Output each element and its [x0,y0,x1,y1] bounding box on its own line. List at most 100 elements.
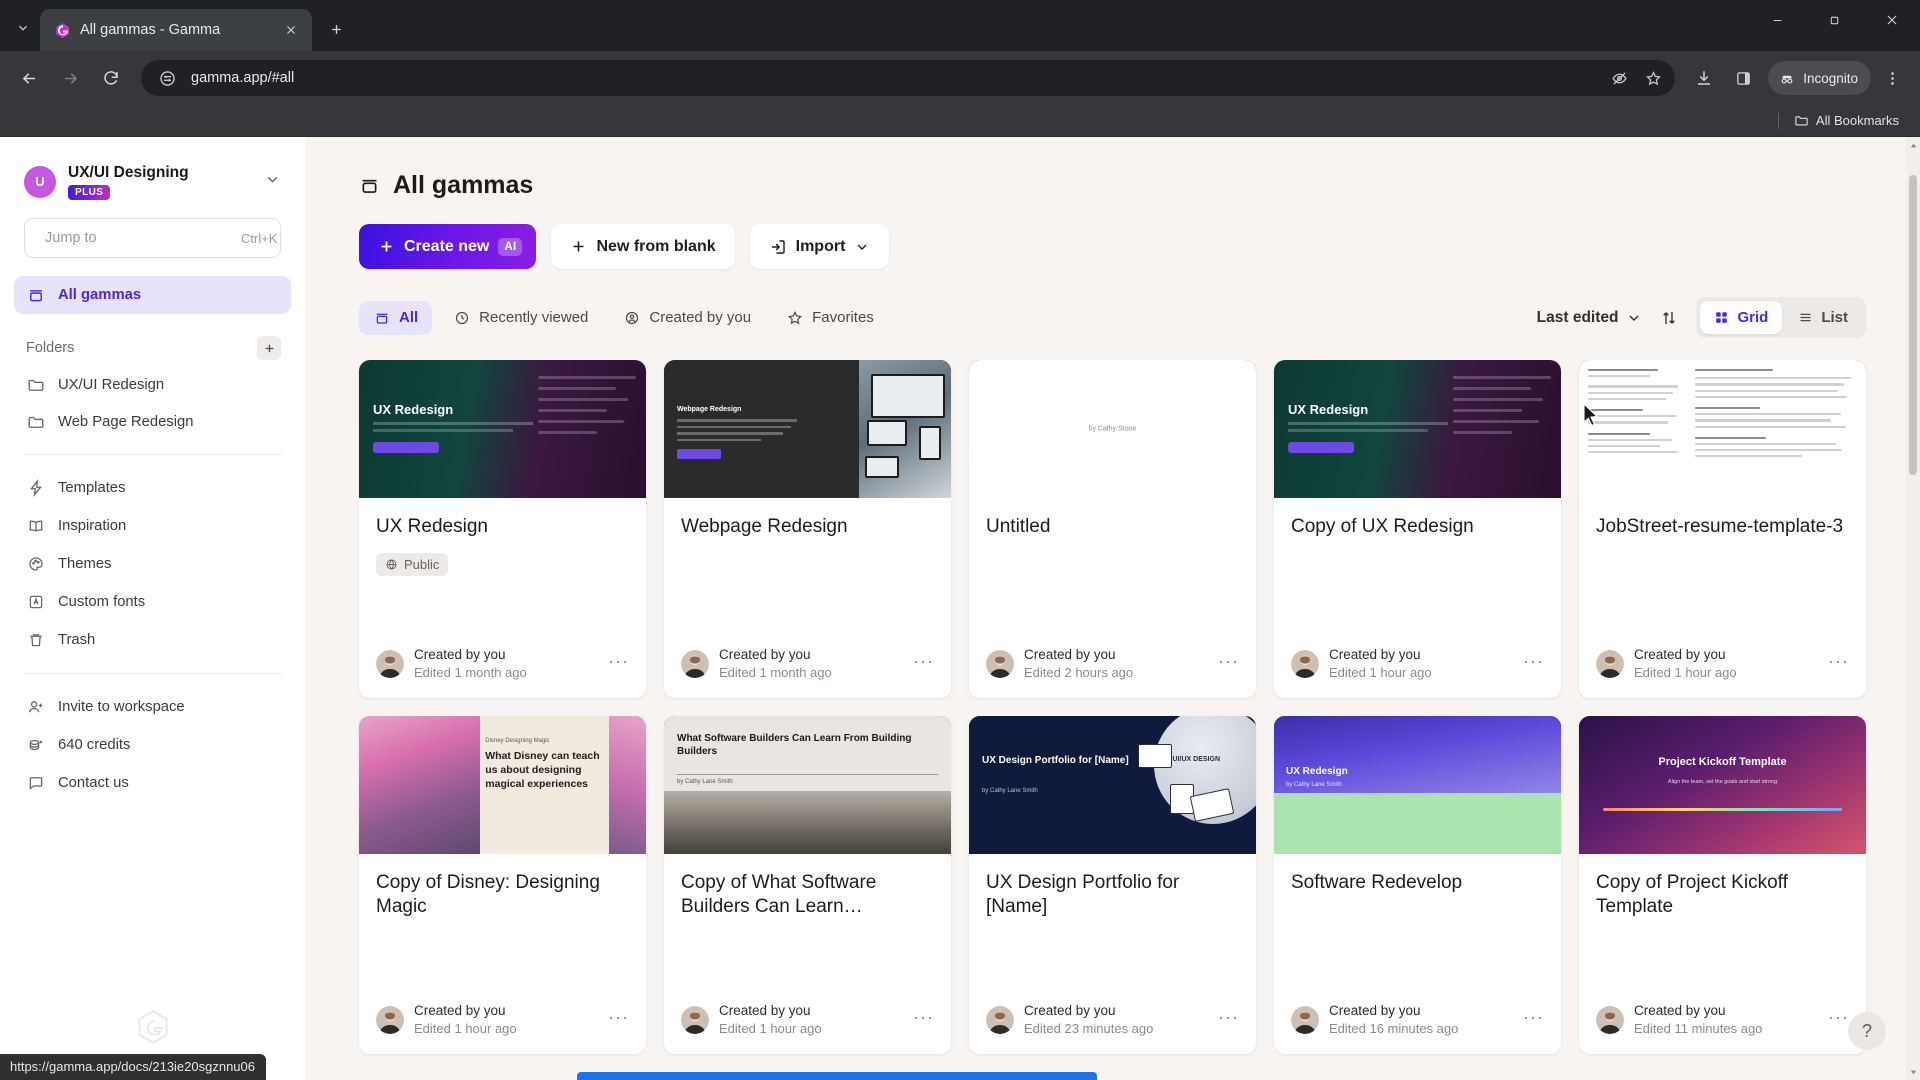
user-plus-icon [26,698,45,717]
chrome-menu-icon[interactable] [1874,60,1910,96]
forward-icon[interactable] [51,59,89,97]
avatar [376,650,404,679]
card-more-icon[interactable]: ··· [1218,1008,1239,1032]
sidebar-item-label: Contact us [58,775,129,792]
card-meta: Created by you Edited 2 hours ago [1024,646,1208,682]
scroll-down-icon[interactable] [1906,1064,1920,1080]
filter-all[interactable]: All [359,300,433,335]
plus-icon [381,241,392,252]
jump-to-search[interactable]: Ctrl+K [24,218,281,259]
address-bar[interactable]: gamma.app/#all [141,60,1676,96]
sidebar-item-all-gammas[interactable]: All gammas [14,276,291,315]
tab-title: All gammas - Gamma [80,22,221,38]
filter-recently-viewed[interactable]: Recently viewed [439,301,602,335]
gamma-card-grid: UX Redesign UX Redesign Public Created b… [359,360,1866,1054]
status-bar-url: https://gamma.app/docs/213ie20sgznnu06 [0,1054,267,1080]
view-grid-button[interactable]: Grid [1700,301,1783,334]
gamma-card[interactable]: by Cathy Stone Untitled Created by you E… [969,360,1256,698]
card-edited: Edited 23 minutes ago [1024,1021,1154,1037]
new-from-blank-button[interactable]: New from blank [551,224,735,269]
card-more-icon[interactable]: ··· [608,652,629,676]
sort-direction-button[interactable] [1660,309,1678,327]
reload-icon[interactable] [92,59,130,97]
sort-dropdown[interactable]: Last edited [1537,309,1643,327]
gamma-card[interactable]: Webpage Redesign Webpage Redesign Create… [664,360,951,698]
back-icon[interactable] [10,59,48,97]
avatar [1596,650,1624,679]
filter-created-by-you[interactable]: Created by you [609,301,765,335]
sidebar-item-contact-us[interactable]: Contact us [14,764,291,802]
gamma-card[interactable]: UX Redesign UX Redesign Public Created b… [359,360,646,698]
filter-favorites[interactable]: Favorites [772,301,888,335]
add-folder-button[interactable] [257,336,281,361]
main-content: All gammas Create new AI New from blank [305,137,1920,1080]
sidebar-item-inspiration[interactable]: Inspiration [14,507,291,545]
card-body: Untitled [969,498,1256,646]
workspace-switcher[interactable]: U UX/UI Designing PLUS [0,137,305,214]
close-window-button[interactable] [1863,0,1920,40]
folders-title: Folders [26,340,75,357]
filter-label: All [399,309,419,326]
card-footer: Created by you Edited 1 hour ago ··· [664,1002,951,1054]
folder-icon [1795,116,1808,126]
all-bookmarks-label: All Bookmarks [1815,113,1899,128]
import-button[interactable]: Import [749,224,890,269]
bookmarks-bar: All Bookmarks [0,105,1920,137]
tab-search-chevron-icon[interactable] [6,11,40,45]
gamma-card[interactable]: Project Kickoff Template Align the team,… [1579,716,1866,1054]
scrollbar-thumb[interactable] [1909,175,1917,475]
gamma-card[interactable]: Disney Designing Magic What Disney can t… [359,716,646,1054]
card-more-icon[interactable]: ··· [1218,652,1239,676]
downloads-icon[interactable] [1686,60,1722,96]
create-new-button[interactable]: Create new AI [359,224,537,269]
hide-icon[interactable] [1605,64,1633,92]
view-grid-label: Grid [1737,309,1769,326]
sidebar-item-themes[interactable]: Themes [14,545,291,583]
browser-tab[interactable]: All gammas - Gamma [40,9,312,51]
card-more-icon[interactable]: ··· [913,652,934,676]
sidebar-item-credits[interactable]: 640 credits [14,726,291,764]
plan-badge: PLUS [68,185,111,201]
help-button[interactable]: ? [1848,1012,1886,1050]
minimize-button[interactable] [1749,0,1806,40]
bookmark-star-icon[interactable] [1639,64,1667,92]
card-more-icon[interactable]: ··· [1523,1008,1544,1032]
card-more-icon[interactable]: ··· [1828,652,1849,676]
card-author: Created by you [1024,1003,1116,1019]
sidebar-folder-ux-ui-redesign[interactable]: UX/UI Redesign [14,366,291,403]
close-icon[interactable] [280,19,302,41]
gamma-card[interactable]: UI/UX DESIGN UX Design Portfolio for [Na… [969,716,1256,1054]
gamma-card[interactable]: What Software Builders Can Learn From Bu… [664,716,951,1054]
new-tab-button[interactable] [319,12,353,46]
search-input[interactable] [45,230,232,247]
all-bookmarks-button[interactable]: All Bookmarks [1787,110,1906,131]
gamma-card[interactable]: JobStreet-resume-template-3 Created by y… [1579,360,1866,698]
side-panel-icon[interactable] [1725,60,1761,96]
sidebar-folder-web-page-redesign[interactable]: Web Page Redesign [14,403,291,440]
card-footer: Created by you Edited 1 hour ago ··· [1274,646,1561,698]
scroll-up-icon[interactable] [1906,137,1920,153]
maximize-button[interactable] [1806,0,1863,40]
sidebar-item-label: Invite to workspace [58,699,185,716]
card-more-icon[interactable]: ··· [1523,652,1544,676]
gamma-card[interactable]: UX Redesign by Cathy Lane Smith Software… [1274,716,1561,1054]
vertical-scrollbar[interactable] [1906,137,1920,1080]
status-badge: Public [376,553,449,577]
sidebar-item-trash[interactable]: Trash [14,621,291,659]
view-list-button[interactable]: List [1784,301,1862,334]
sidebar-item-templates[interactable]: Templates [14,469,291,507]
chevron-down-icon[interactable] [264,171,285,193]
card-meta: Created by you Edited 1 hour ago [719,1002,903,1038]
card-more-icon[interactable]: ··· [913,1008,934,1032]
gamma-card[interactable]: UX Redesign Copy of UX Redesign Created [1274,360,1561,698]
site-settings-icon[interactable] [153,64,181,92]
sidebar-item-custom-fonts[interactable]: Custom fonts [14,583,291,621]
card-more-icon[interactable]: ··· [608,1008,629,1032]
sidebar-item-invite-to-workspace[interactable]: Invite to workspace [14,688,291,726]
import-label: Import [795,237,846,255]
card-more-icon[interactable]: ··· [1828,1008,1849,1032]
incognito-indicator[interactable]: Incognito [1768,61,1871,95]
view-toggle: Grid List [1696,297,1866,338]
user-circle-icon [623,309,640,326]
horizontal-scroll-indicator[interactable] [577,1072,1097,1080]
